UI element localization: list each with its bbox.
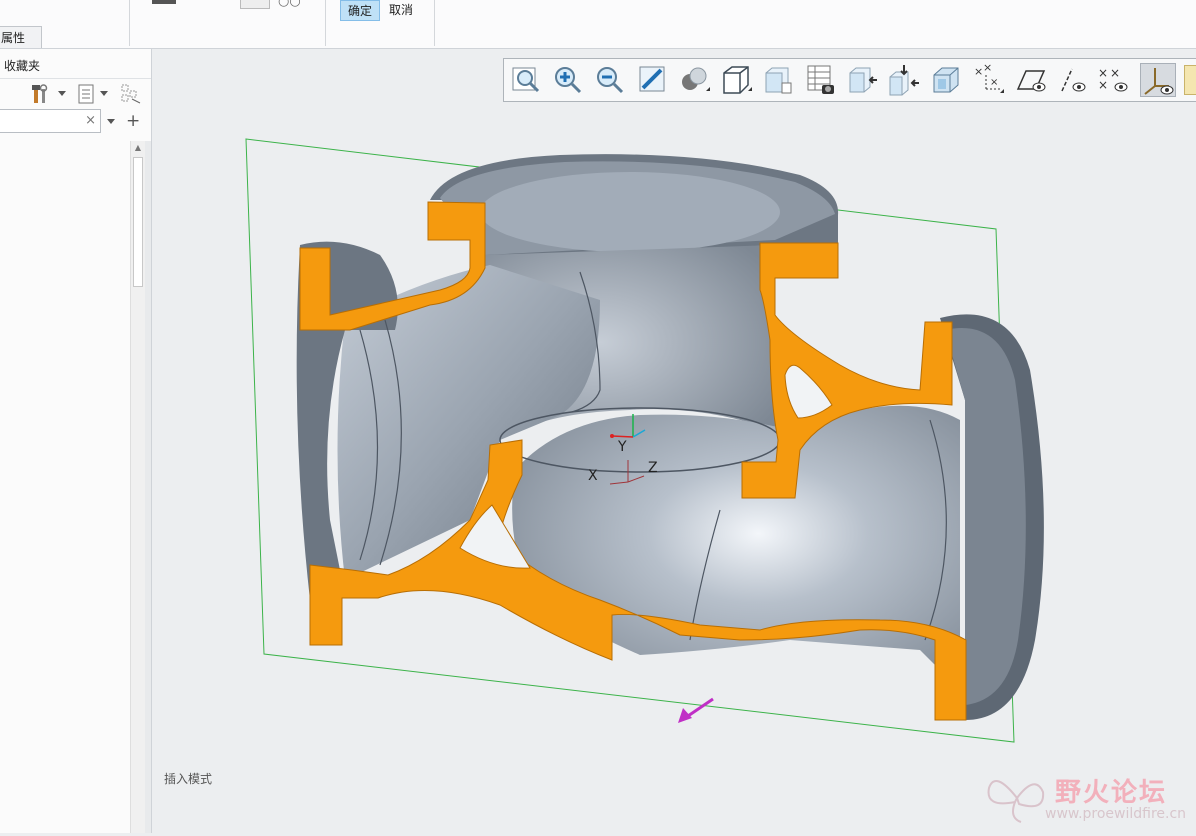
graphics-viewport[interactable]: Y X Z (152, 49, 1196, 833)
ribbon-option-icon[interactable] (152, 0, 176, 4)
mode-status-text: 插入模式 (164, 772, 213, 786)
csys-label-y: Y (617, 439, 627, 455)
ribbon-separator (434, 0, 435, 46)
search-input[interactable]: × (0, 109, 101, 133)
panel-sash[interactable] (145, 141, 151, 833)
scroll-thumb[interactable] (133, 157, 143, 287)
butterfly-icon (987, 779, 1045, 823)
ok-button[interactable]: 确定 (340, 0, 380, 21)
ribbon-separator (129, 0, 130, 46)
csys-label-z: Z (648, 460, 658, 476)
ribbon-separator (325, 0, 326, 46)
tools-icon[interactable] (30, 83, 52, 105)
outlet-bulb (512, 405, 960, 690)
chevron-down-icon[interactable] (107, 119, 115, 125)
ribbon-glasses-icon[interactable]: ○○ (278, 0, 301, 9)
left-panel: 收藏夹 × + ▲ (0, 49, 152, 833)
watermark-title: 野火论坛 (1055, 778, 1168, 808)
ribbon: ○○ 属性 确定 取消 (0, 0, 1196, 49)
chevron-down-icon[interactable] (58, 91, 66, 97)
add-icon[interactable]: + (126, 111, 140, 131)
csys-label-x: X (588, 468, 598, 484)
cancel-button[interactable]: 取消 (383, 0, 419, 21)
direction-arrow[interactable] (678, 697, 714, 723)
model-tree-settings-icon[interactable] (76, 83, 96, 105)
panel-divider-line (0, 78, 151, 79)
watermark-url: www.proewildfire.cn (1045, 806, 1187, 822)
show-hide-icon[interactable] (120, 83, 142, 105)
favorites-label[interactable]: 收藏夹 (4, 57, 40, 74)
watermark-logo: 野火论坛 www.proewildfire.cn (985, 766, 1191, 828)
chevron-down-icon[interactable] (100, 91, 108, 97)
tab-properties[interactable]: 属性 (0, 26, 42, 48)
scrollbar[interactable]: ▲ (130, 141, 145, 833)
clear-icon[interactable]: × (85, 113, 96, 128)
model-view[interactable]: Y X Z (152, 49, 1196, 833)
ribbon-field[interactable] (240, 0, 270, 9)
scroll-up-icon[interactable]: ▲ (131, 141, 145, 155)
